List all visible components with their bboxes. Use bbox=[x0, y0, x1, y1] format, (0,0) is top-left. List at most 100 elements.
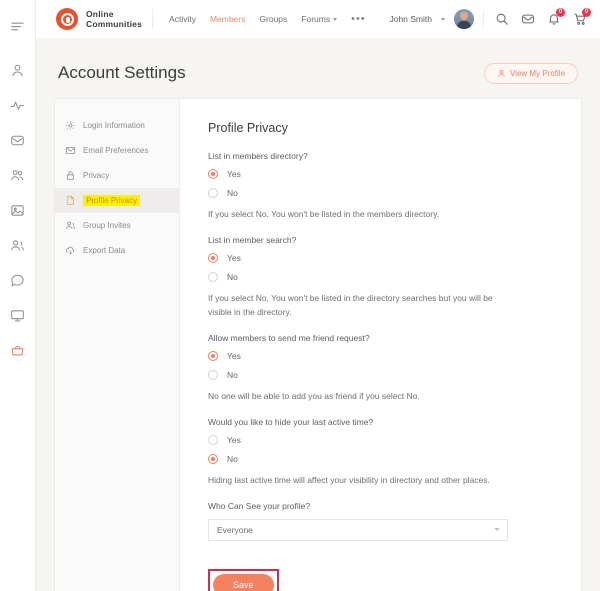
radio-label-yes: Yes bbox=[227, 435, 241, 445]
question-label: List in member search? bbox=[208, 235, 297, 245]
group-icon[interactable] bbox=[4, 161, 32, 189]
radio-option-no[interactable]: No bbox=[208, 272, 555, 282]
brand-name-line1: Online bbox=[86, 9, 114, 19]
settings-card: Login Information Email Preferences Priv… bbox=[54, 98, 582, 591]
sidebar-label-profile-privacy: Profile Privacy bbox=[83, 195, 141, 206]
save-button-annotation: Save bbox=[208, 569, 279, 591]
radio-icon-no[interactable] bbox=[208, 454, 218, 464]
top-header: Online Communities Activity Members Grou… bbox=[36, 0, 600, 38]
monitor-icon[interactable] bbox=[4, 301, 32, 329]
question-help-text: If you select No, You won't be listed in… bbox=[208, 293, 493, 317]
question-members-directory: List in members directory? Yes No If you… bbox=[208, 151, 555, 221]
view-my-profile-button[interactable]: View My Profile bbox=[484, 62, 578, 84]
sidebar-label-group-invites: Group Invites bbox=[83, 221, 131, 230]
shop-icon[interactable] bbox=[4, 336, 32, 364]
question-help-text: Hiding last active time will affect your… bbox=[208, 475, 490, 485]
people-icon bbox=[65, 221, 76, 229]
nav-item-groups[interactable]: Groups bbox=[259, 14, 287, 24]
notifications-icon[interactable]: 0 bbox=[545, 7, 565, 28]
radio-option-no[interactable]: No bbox=[208, 370, 555, 380]
radio-label-yes: Yes bbox=[227, 351, 241, 361]
sidebar-item-email-preferences[interactable]: Email Preferences bbox=[55, 138, 179, 163]
sidebar-item-group-invites[interactable]: Group Invites bbox=[55, 213, 179, 238]
friends-icon[interactable] bbox=[4, 231, 32, 259]
radio-label-no: No bbox=[227, 188, 238, 198]
nav-item-forums[interactable]: Forums bbox=[301, 14, 338, 24]
lock-icon bbox=[66, 171, 75, 180]
file-icon bbox=[67, 195, 74, 206]
brand-mark-icon bbox=[56, 8, 78, 30]
question-member-search: List in member search? Yes No If you sel… bbox=[208, 235, 555, 319]
radio-option-yes[interactable]: Yes bbox=[208, 435, 555, 445]
nav-label-groups: Groups bbox=[259, 14, 288, 24]
avatar[interactable] bbox=[454, 9, 474, 29]
nav-item-activity[interactable]: Activity bbox=[169, 14, 196, 24]
header-actions: John Smith 0 0 bbox=[389, 7, 600, 29]
who-can-see-profile-select[interactable]: Everyone bbox=[208, 519, 508, 541]
radio-option-no[interactable]: No bbox=[208, 454, 555, 464]
question-hide-last-active: Would you like to hide your last active … bbox=[208, 417, 555, 487]
chevron-down-icon bbox=[333, 17, 338, 21]
radio-icon-yes[interactable] bbox=[208, 351, 218, 361]
privacy-select-value: Everyone bbox=[217, 525, 253, 535]
sidebar-label-export-data: Export Data bbox=[83, 246, 126, 255]
question-help-text: If you select No, You won't be listed in… bbox=[208, 209, 440, 219]
radio-option-yes[interactable]: Yes bbox=[208, 169, 555, 179]
radio-label-no: No bbox=[227, 370, 238, 380]
image-icon[interactable] bbox=[4, 196, 32, 224]
save-button[interactable]: Save bbox=[213, 574, 274, 591]
radio-icon-yes[interactable] bbox=[208, 169, 218, 179]
select-label: Who Can See your profile? bbox=[208, 501, 311, 511]
sidebar-item-login-information[interactable]: Login Information bbox=[55, 113, 179, 138]
sidebar-item-privacy[interactable]: Privacy bbox=[55, 163, 179, 188]
radio-option-yes[interactable]: Yes bbox=[208, 253, 555, 263]
cart-icon[interactable]: 0 bbox=[571, 7, 591, 28]
user-menu-chevron-icon[interactable] bbox=[441, 17, 445, 21]
more-dots-icon: ••• bbox=[351, 13, 366, 25]
user-name-label[interactable]: John Smith bbox=[389, 14, 432, 24]
radio-icon-yes[interactable] bbox=[208, 435, 218, 445]
view-my-profile-label: View My Profile bbox=[510, 68, 565, 78]
question-friend-request: Allow members to send me friend request?… bbox=[208, 333, 555, 403]
left-icon-rail bbox=[0, 0, 36, 591]
radio-label-no: No bbox=[227, 272, 238, 282]
nav-label-forums: Forums bbox=[301, 14, 331, 24]
radio-icon-no[interactable] bbox=[208, 370, 218, 380]
chat-icon[interactable] bbox=[4, 266, 32, 294]
search-icon[interactable] bbox=[493, 11, 510, 28]
radio-icon-yes[interactable] bbox=[208, 253, 218, 263]
user-icon[interactable] bbox=[4, 56, 32, 84]
site-logo[interactable]: Online Communities bbox=[56, 8, 142, 30]
profile-privacy-form: Profile Privacy List in members director… bbox=[180, 99, 581, 591]
radio-option-yes[interactable]: Yes bbox=[208, 351, 555, 361]
sidebar-label-privacy: Privacy bbox=[83, 171, 110, 180]
nav-item-members[interactable]: Members bbox=[210, 14, 245, 24]
radio-label-yes: Yes bbox=[227, 253, 241, 263]
radio-label-no: No bbox=[227, 454, 238, 464]
radio-icon-no[interactable] bbox=[208, 272, 218, 282]
page-body: Account Settings View My Profile Login I… bbox=[36, 38, 600, 591]
nav-item-more[interactable]: ••• bbox=[351, 13, 366, 25]
cloud-download-icon bbox=[65, 246, 74, 255]
question-who-can-see-profile: Who Can See your profile? Everyone bbox=[208, 501, 555, 541]
question-help-text: No one will be able to add you as friend… bbox=[208, 391, 420, 401]
notification-badge: 0 bbox=[556, 7, 565, 17]
brand-name: Online Communities bbox=[86, 9, 142, 29]
radio-option-no[interactable]: No bbox=[208, 188, 555, 198]
settings-nav: Login Information Email Preferences Priv… bbox=[55, 99, 180, 591]
privacy-select-wrapper: Everyone bbox=[208, 519, 508, 541]
page-header: Account Settings View My Profile bbox=[36, 38, 600, 90]
menu-icon[interactable] bbox=[4, 12, 32, 40]
header-actions-divider bbox=[483, 10, 484, 28]
sidebar-item-export-data[interactable]: Export Data bbox=[55, 238, 179, 263]
primary-nav: Activity Members Groups Forums ••• bbox=[169, 13, 366, 25]
messages-icon[interactable] bbox=[519, 11, 536, 28]
brand-name-line2: Communities bbox=[86, 19, 143, 29]
radio-icon-no[interactable] bbox=[208, 188, 218, 198]
envelope-icon[interactable] bbox=[4, 126, 32, 154]
header-divider bbox=[152, 9, 154, 29]
sidebar-label-login-information: Login Information bbox=[83, 121, 145, 130]
activity-icon[interactable] bbox=[4, 91, 32, 119]
question-label: Would you like to hide your last active … bbox=[208, 417, 374, 427]
sidebar-item-profile-privacy[interactable]: Profile Privacy bbox=[55, 188, 179, 213]
